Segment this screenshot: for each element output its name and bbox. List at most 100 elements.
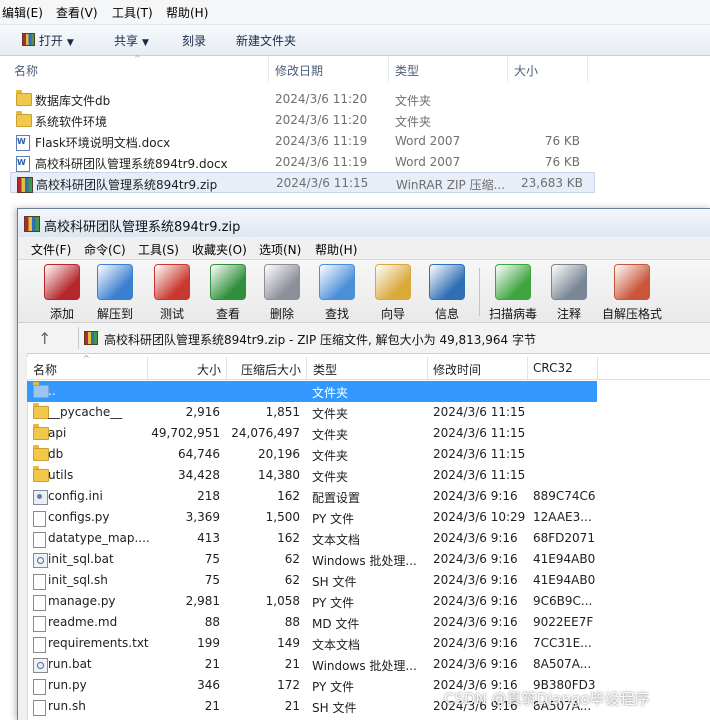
tool-wizard-wand-button[interactable]: 向导 (366, 264, 420, 322)
file-icon (33, 574, 46, 590)
menu-options[interactable]: 选项(N) (259, 241, 301, 258)
entry-name: configs.py (48, 510, 110, 524)
tool-test-button[interactable]: 测试 (145, 264, 199, 322)
menu-help[interactable]: 帮助(H) (166, 4, 208, 21)
entry-size: 218 (197, 489, 220, 503)
share-button[interactable]: 共享 ▼ (114, 32, 149, 49)
entry-type: Windows 批处理... (312, 659, 417, 673)
folder-icon (33, 403, 49, 419)
archive-row[interactable]: run.bat 21 21 Windows 批处理... 2024/3/6 9:16 8A… (27, 654, 710, 675)
entry-crc32: 9C6B9C... (533, 594, 593, 608)
column-size[interactable]: 大小 (514, 62, 538, 79)
tool-info-button[interactable]: 信息 (420, 264, 474, 322)
archive-row[interactable]: readme.md 88 88 MD 文件 2024/3/6 9:16 9022EE7F (27, 612, 710, 633)
new-folder-button[interactable]: 新建文件夹 (236, 32, 296, 49)
menu-file[interactable]: 文件(F) (31, 241, 71, 258)
column-modified[interactable]: 修改日期 (275, 62, 323, 79)
entry-name: api (48, 426, 67, 440)
tool-virus-scan-button[interactable]: 扫描病毒 (486, 264, 540, 322)
column-name[interactable]: 名称 (33, 361, 57, 378)
entry-size: 34,428 (178, 468, 220, 482)
menu-tools[interactable]: 工具(S) (138, 241, 179, 258)
archive-row[interactable]: config.ini 218 162 配置设置 2024/3/6 9:16 889C74C… (27, 486, 710, 507)
burn-button[interactable]: 刻录 (182, 32, 206, 49)
entry-crc32: 889C74C6 (533, 489, 596, 503)
column-type[interactable]: 类型 (313, 361, 337, 378)
menu-favorites[interactable]: 收藏夹(O) (192, 241, 247, 258)
sort-up-icon: ^ (83, 354, 90, 363)
tool-label: 添加 (49, 307, 74, 321)
column-packed[interactable]: 压缩后大小 (241, 361, 301, 378)
file-size: 23,683 KB (521, 176, 583, 190)
archive-row[interactable]: utils 34,428 14,380 文件夹 2024/3/6 11:15 (27, 465, 710, 486)
column-crc32[interactable]: CRC32 (533, 361, 573, 375)
archive-row[interactable]: __pycache__ 2,916 1,851 文件夹 2024/3/6 11:15 (27, 402, 710, 423)
toolbar-separator (479, 268, 480, 316)
menu-help[interactable]: 帮助(H) (315, 241, 357, 258)
winrar-app-icon (24, 216, 40, 232)
menu-edit[interactable]: 编辑(E) (2, 4, 43, 21)
entry-modified: 2024/3/6 9:16 (433, 657, 518, 671)
folder-icon (16, 111, 32, 127)
column-size[interactable]: 大小 (197, 361, 221, 378)
file-row[interactable]: 高校科研团队管理系统894tr9.zip 2024/3/6 11:15 WinRAR… (10, 172, 595, 193)
archive-row[interactable]: configs.py 3,369 1,500 PY 文件 2024/3/6 10:29 1… (27, 507, 710, 528)
entry-name: config.ini (48, 489, 103, 503)
tool-delete-trash-button[interactable]: 删除 (255, 264, 309, 322)
archive-row[interactable]: init_sql.sh 75 62 SH 文件 2024/3/6 9:16 41E94AB… (27, 570, 710, 591)
open-label: 打开 (38, 34, 63, 48)
entry-packed-size: 21 (284, 657, 300, 671)
comment-icon (551, 264, 587, 300)
parent-dir-row[interactable]: .. 文件夹 (27, 381, 597, 402)
file-row[interactable]: 高校科研团队管理系统894tr9.docx 2024/3/6 11:19 Word … (0, 152, 710, 173)
tool-add-archive-button[interactable]: 添加 (35, 264, 89, 322)
tool-comment-button[interactable]: 注释 (542, 264, 596, 322)
archive-row[interactable]: manage.py 2,981 1,058 PY 文件 2024/3/6 9:16 9C6… (27, 591, 710, 612)
archive-row[interactable]: api 49,702,951 24,076,497 文件夹 2024/3/6 11:15 (27, 423, 710, 444)
file-icon (33, 679, 46, 695)
archive-row[interactable]: init_sql.bat 75 62 Windows 批处理... 2024/3/6 9… (27, 549, 710, 570)
file-row[interactable]: Flask环境说明文档.docx 2024/3/6 11:19 Word 2007 7… (0, 131, 710, 152)
file-type: Word 2007 (395, 134, 461, 148)
entry-modified: 2024/3/6 9:16 (433, 552, 518, 566)
archive-row[interactable]: db 64,746 20,196 文件夹 2024/3/6 11:15 (27, 444, 710, 465)
menu-tools[interactable]: 工具(T) (112, 4, 153, 21)
entry-modified: 2024/3/6 9:16 (433, 489, 518, 503)
tool-find-magnifier-button[interactable]: 查找 (310, 264, 364, 322)
file-row[interactable]: 系统软件环境 2024/3/6 11:20 文件夹 (0, 110, 710, 131)
open-button[interactable]: 打开 ▼ (22, 32, 74, 49)
archive-row[interactable]: datatype_map.... 413 162 文本文档 2024/3/6 9:16 6… (27, 528, 710, 549)
entry-size: 21 (204, 699, 220, 713)
entry-name: .. (48, 384, 56, 398)
entry-size: 75 (204, 552, 220, 566)
column-divider (597, 357, 598, 379)
column-modified[interactable]: 修改时间 (433, 361, 481, 378)
sort-up-icon: ^ (134, 54, 141, 63)
column-name[interactable]: 名称 (14, 62, 38, 79)
menu-commands[interactable]: 命令(C) (84, 241, 126, 258)
folder-icon (16, 90, 32, 106)
column-type[interactable]: 类型 (395, 62, 419, 79)
file-icon (33, 700, 46, 716)
file-row[interactable]: 数据库文件db 2024/3/6 11:20 文件夹 (0, 89, 710, 110)
file-modified: 2024/3/6 11:20 (275, 92, 368, 106)
menu-view[interactable]: 查看(V) (56, 4, 98, 21)
entry-type: 文本文档 (312, 533, 361, 547)
explorer-toolbar: 打开 ▼ 共享 ▼ 刻录 新建文件夹 (0, 25, 710, 56)
tool-sfx-archive-button[interactable]: 自解压格式 (596, 264, 668, 322)
entry-size: 3,369 (185, 510, 220, 524)
column-divider (507, 56, 508, 82)
tool-view-book-button[interactable]: 查看 (201, 264, 255, 322)
archive-path[interactable]: 高校科研团队管理系统894tr9.zip - ZIP 压缩文件, 解包大小为 4… (104, 331, 536, 348)
tool-extract-to-button[interactable]: 解压到 (88, 264, 142, 322)
archive-row[interactable]: requirements.txt 199 149 文本文档 2024/3/6 9:16 7… (27, 633, 710, 654)
entry-name: utils (48, 468, 74, 482)
entry-size: 21 (204, 657, 220, 671)
file-icon (33, 637, 46, 653)
up-arrow-icon[interactable]: ↑ (38, 329, 51, 348)
entry-packed-size: 20,196 (258, 447, 300, 461)
entry-packed-size: 1,851 (265, 405, 300, 419)
column-divider (147, 357, 148, 379)
tool-label: 信息 (434, 307, 459, 321)
entry-name: init_sql.sh (48, 573, 108, 587)
